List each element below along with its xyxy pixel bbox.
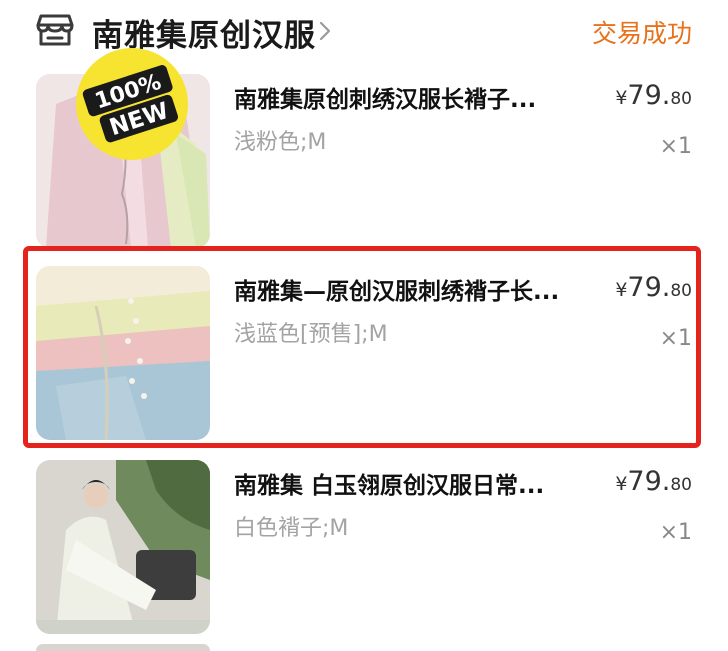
product-image[interactable]	[36, 460, 210, 634]
product-price: ¥79.80	[615, 466, 692, 497]
product-price: ¥79.80	[615, 80, 692, 111]
order-item[interactable]: 100% NEW 南雅集原创刺绣汉服长褙子... 浅粉色;M ¥79.80 ×1	[0, 48, 728, 264]
order-item[interactable]: 南雅集 白玉翎原创汉服日常... 白色褙子;M ¥79.80 ×1	[0, 460, 728, 650]
product-spec: 白色褙子;M	[234, 516, 349, 541]
chevron-right-icon	[319, 21, 331, 41]
next-product-image-edge	[36, 644, 210, 651]
product-quantity: ×1	[659, 134, 692, 159]
product-spec: 浅粉色;M	[234, 130, 327, 155]
product-title[interactable]: 南雅集 白玉翎原创汉服日常...	[234, 466, 596, 500]
store-icon	[36, 14, 74, 46]
new-badge: 100% NEW	[76, 48, 188, 160]
product-title[interactable]: 南雅集原创刺绣汉服长褙子...	[234, 80, 596, 114]
product-quantity: ×1	[659, 520, 692, 545]
highlight-box	[23, 246, 701, 448]
order-status: 交易成功	[591, 19, 692, 48]
